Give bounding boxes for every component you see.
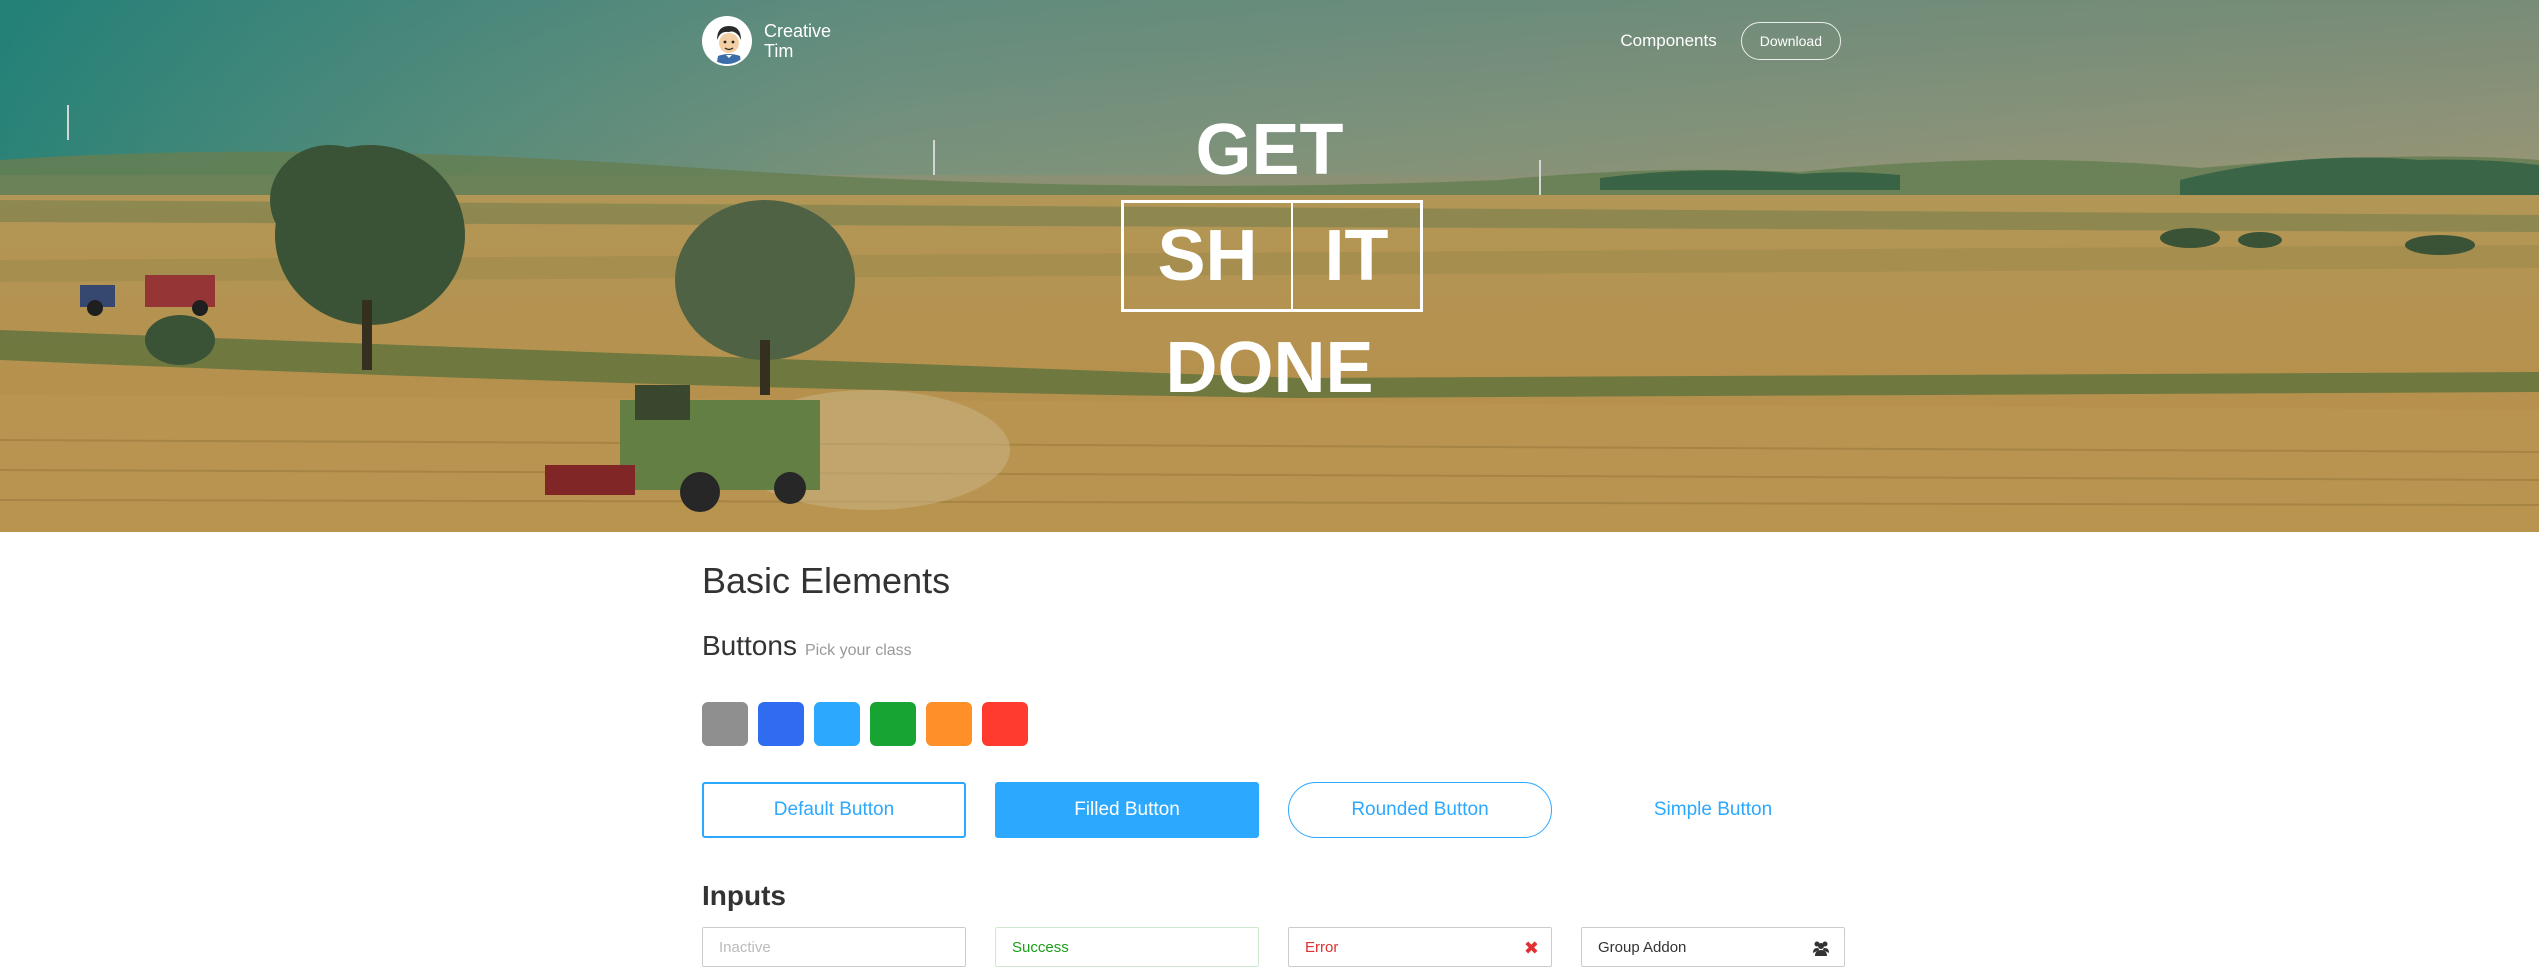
download-button[interactable]: Download xyxy=(1740,22,1841,60)
simple-button[interactable]: Simple Button xyxy=(1581,782,1845,838)
motto-box: SH IT xyxy=(1121,200,1423,312)
buttons-heading-title: Buttons xyxy=(702,630,797,661)
brand[interactable]: Creative Tim xyxy=(702,16,831,66)
input-examples: ✖ xyxy=(702,927,1845,967)
nav-components-link[interactable]: Components xyxy=(1620,31,1716,51)
motto-done: DONE xyxy=(1165,328,1374,408)
brand-line-2: Tim xyxy=(764,41,794,61)
close-icon: ✖ xyxy=(1523,938,1539,958)
error-input[interactable] xyxy=(1305,938,1535,956)
inputs-heading: Inputs xyxy=(702,880,786,911)
swatch-danger[interactable] xyxy=(982,702,1028,746)
inactive-field-wrapper xyxy=(702,927,966,967)
filled-button[interactable]: Filled Button xyxy=(995,782,1259,838)
avatar-icon xyxy=(704,18,750,64)
brand-name: Creative Tim xyxy=(764,21,831,61)
default-button[interactable]: Default Button xyxy=(702,782,966,838)
page-title: Basic Elements xyxy=(702,560,951,601)
success-field-wrapper xyxy=(995,927,1259,967)
group-addon-field-wrapper xyxy=(1581,927,1845,967)
buttons-heading-subtitle: Pick your class xyxy=(804,642,912,659)
group-addon-input[interactable] xyxy=(1598,938,1828,956)
button-examples: Default Button Filled Button Rounded But… xyxy=(702,782,1842,838)
buttons-heading: Buttons Pick your class xyxy=(702,630,912,662)
users-icon xyxy=(1813,941,1829,956)
error-field-wrapper: ✖ xyxy=(1288,927,1552,967)
swatch-primary[interactable] xyxy=(758,702,804,746)
motto-box-left: SH xyxy=(1121,200,1292,312)
swatch-info[interactable] xyxy=(814,702,860,746)
hero-banner: Creative Tim Components Download GET SH … xyxy=(0,0,2539,532)
swatch-success[interactable] xyxy=(870,702,916,746)
brand-line-1: Creative xyxy=(764,21,832,41)
avatar-logo xyxy=(702,16,752,66)
color-swatches xyxy=(702,702,1038,746)
swatch-default[interactable] xyxy=(702,702,748,746)
motto-box-right: IT xyxy=(1292,200,1423,312)
swatch-warning[interactable] xyxy=(926,702,972,746)
motto-get: GET xyxy=(1195,110,1344,190)
success-input[interactable] xyxy=(1012,938,1242,956)
rounded-button[interactable]: Rounded Button xyxy=(1288,782,1552,838)
inactive-input[interactable] xyxy=(719,938,949,956)
top-nav: Components Download xyxy=(1620,22,1841,60)
